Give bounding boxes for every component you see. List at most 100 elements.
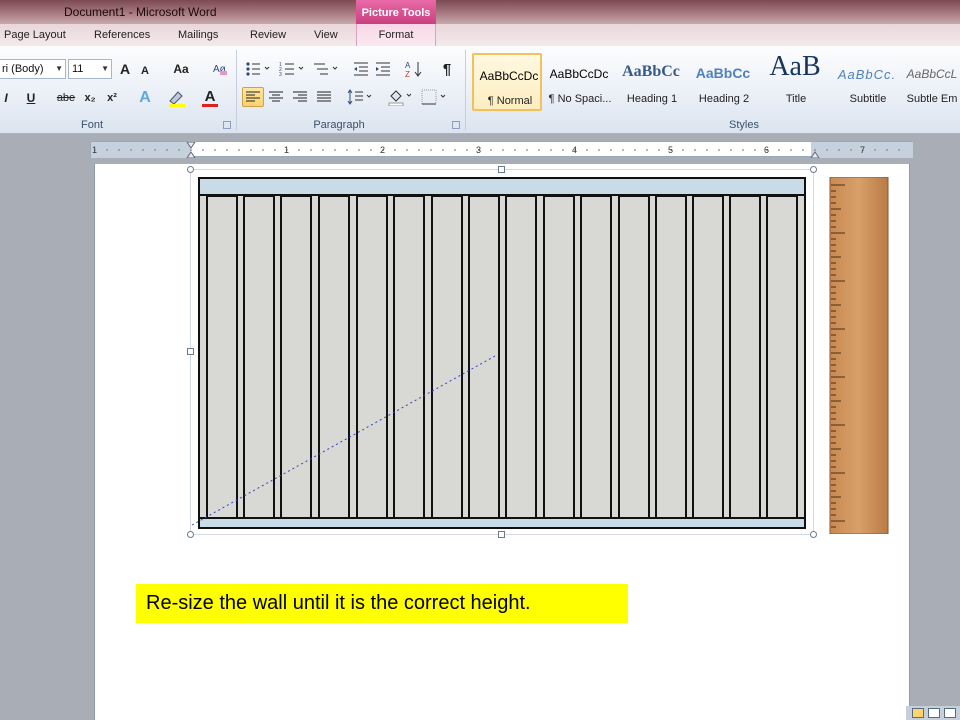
group-separator <box>236 50 237 130</box>
tab-review[interactable]: Review <box>250 29 286 41</box>
paragraph-dialog-launcher-icon[interactable] <box>452 121 460 129</box>
align-left-button[interactable] <box>242 87 264 107</box>
styles-group-label: Styles <box>729 119 759 131</box>
font-color-button[interactable]: A <box>200 86 220 106</box>
style-sample: AaBbCcDc <box>479 69 539 83</box>
wall-post <box>766 195 798 519</box>
change-case-button[interactable]: Aa <box>168 59 194 79</box>
increase-indent-icon <box>376 62 390 76</box>
paint-bucket-icon <box>388 90 412 106</box>
underline-button[interactable]: U <box>24 88 38 108</box>
font-dialog-launcher-icon[interactable] <box>223 121 231 129</box>
style-heading-1[interactable]: AaBbCc Heading 1 <box>616 53 686 111</box>
style-name: Subtitle <box>849 93 887 105</box>
style-heading-2[interactable]: AaBbCc Heading 2 <box>688 53 758 111</box>
svg-text:Z: Z <box>405 70 410 78</box>
resize-handle[interactable] <box>810 166 817 173</box>
resize-handle[interactable] <box>498 531 505 538</box>
clear-formatting-icon: Aø <box>213 64 227 75</box>
line-spacing-icon <box>347 89 372 105</box>
ruler-label: 7 <box>860 145 865 155</box>
subscript-button[interactable]: x₂ <box>82 88 98 108</box>
text-effects-button[interactable]: A <box>136 88 154 108</box>
ruler-label: 6 <box>764 145 769 155</box>
superscript-button[interactable]: x² <box>104 88 120 108</box>
highlighter-icon <box>169 91 185 107</box>
grow-font-button[interactable]: A <box>116 59 134 79</box>
tab-mailings[interactable]: Mailings <box>178 29 218 41</box>
full-screen-reading-view-icon[interactable] <box>928 708 940 718</box>
justify-icon <box>317 91 331 102</box>
style-title[interactable]: AaB Title <box>760 51 830 111</box>
style-subtitle[interactable]: AaBbCc. Subtitle <box>832 53 902 111</box>
ribbon-tabs: Page Layout References Mailings Review V… <box>0 24 960 46</box>
align-right-button[interactable] <box>290 87 310 107</box>
clear-formatting-button[interactable]: Aø <box>210 59 230 79</box>
paragraph-group-label: Paragraph <box>313 119 365 131</box>
numbering-icon: 123 <box>279 62 304 77</box>
wooden-ruler-image[interactable] <box>829 176 889 535</box>
font-name-value: ri (Body) <box>2 63 44 75</box>
style-name: Title <box>785 93 807 105</box>
resize-handle[interactable] <box>187 166 194 173</box>
italic-button[interactable]: I <box>0 88 12 108</box>
svg-text:3: 3 <box>279 72 282 77</box>
bullets-button[interactable] <box>244 59 272 79</box>
increase-indent-button[interactable] <box>374 59 392 79</box>
align-center-button[interactable] <box>266 87 286 107</box>
window-title: Document1 - Microsoft Word <box>64 5 217 19</box>
bullets-icon <box>246 62 270 76</box>
wall-post <box>280 195 312 519</box>
web-layout-view-icon[interactable] <box>944 708 956 718</box>
font-color-label: A <box>204 87 216 105</box>
tab-format[interactable]: Format <box>356 24 436 46</box>
resize-handle[interactable] <box>810 531 817 538</box>
styles-gallery: AaBbCcDc ¶ Normal AaBbCcDc ¶ No Spaci...… <box>470 51 960 113</box>
view-buttons <box>906 706 960 720</box>
sort-button[interactable]: AZ <box>404 59 424 79</box>
tab-page-layout[interactable]: Page Layout <box>4 29 66 41</box>
wall-post <box>543 195 575 519</box>
strikethrough-button[interactable]: abe <box>56 88 76 108</box>
justify-button[interactable] <box>314 87 334 107</box>
borders-button[interactable] <box>420 87 448 107</box>
title-bar: Document1 - Microsoft Word <box>0 0 960 24</box>
style-sample: AaBbCc. <box>837 67 897 82</box>
tab-view[interactable]: View <box>314 29 338 41</box>
ruler-label: 3 <box>476 145 481 155</box>
font-name-field[interactable]: ri (Body) ▼ <box>0 59 66 79</box>
line-spacing-button[interactable] <box>346 87 374 107</box>
multilevel-list-button[interactable] <box>312 59 340 79</box>
font-size-field[interactable]: 11 ▼ <box>68 59 112 79</box>
style-subtle-emphasis[interactable]: AaBbCcL Subtle Em <box>904 53 960 111</box>
show-formatting-marks-button[interactable]: ¶ <box>438 59 456 79</box>
ruler-label: 1 <box>92 145 97 155</box>
wall-post <box>206 195 238 519</box>
group-separator <box>465 50 466 130</box>
resize-handle[interactable] <box>187 531 194 538</box>
resize-handle[interactable] <box>498 166 505 173</box>
style-sample: AaB <box>769 51 821 82</box>
shading-button[interactable] <box>386 87 414 107</box>
resize-handle[interactable] <box>187 348 194 355</box>
horizontal-ruler[interactable]: 1 1 2 3 4 5 6 7 <box>90 141 913 158</box>
numbering-button[interactable]: 123 <box>278 59 306 79</box>
font-group-label: Font <box>80 119 103 131</box>
decrease-indent-button[interactable] <box>352 59 370 79</box>
align-left-icon <box>246 91 260 102</box>
wall-post <box>468 195 500 519</box>
style-no-spacing[interactable]: AaBbCcDc ¶ No Spaci... <box>544 53 614 111</box>
shrink-font-button[interactable]: A <box>137 61 153 81</box>
style-sample: AaBbCc <box>622 63 680 80</box>
highlight-color-button[interactable] <box>166 88 188 108</box>
print-layout-view-icon[interactable] <box>912 708 924 718</box>
picture-tools-context-label: Picture Tools <box>356 0 436 26</box>
wall-post <box>692 195 724 519</box>
wall-post <box>580 195 612 519</box>
wall-picture[interactable] <box>187 166 817 538</box>
wall-post <box>431 195 463 519</box>
chevron-down-icon[interactable]: ▼ <box>101 64 109 73</box>
tab-references[interactable]: References <box>94 29 150 41</box>
style-normal[interactable]: AaBbCcDc ¶ Normal <box>472 53 542 111</box>
chevron-down-icon[interactable]: ▼ <box>55 64 63 73</box>
